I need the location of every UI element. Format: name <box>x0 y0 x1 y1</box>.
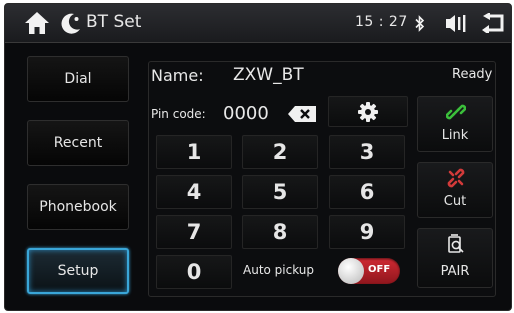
key-label: 0 <box>186 260 202 284</box>
sidebar-item-dial[interactable]: Dial <box>27 56 129 102</box>
home-icon[interactable] <box>23 10 51 36</box>
status-text: Ready <box>452 67 493 82</box>
cut-button[interactable]: Cut <box>417 162 493 218</box>
toggle-state: OFF <box>368 264 391 275</box>
keypad-key-5[interactable]: 5 <box>242 175 318 209</box>
sidebar-item-label: Phonebook <box>39 199 117 215</box>
volume-icon[interactable] <box>445 14 469 33</box>
unlink-icon <box>447 168 465 188</box>
key-label: 3 <box>359 140 375 164</box>
clock: 15 : 27 <box>355 14 408 30</box>
keypad-key-0[interactable]: 0 <box>156 255 232 289</box>
key-label: 4 <box>186 180 202 204</box>
top-bar: BT Set 15 : 27 <box>5 4 511 43</box>
back-icon[interactable] <box>481 13 505 33</box>
keypad-key-7[interactable]: 7 <box>156 215 232 249</box>
link-icon <box>446 104 466 120</box>
key-label: 9 <box>359 220 375 244</box>
auto-pickup-label: Auto pickup <box>243 263 315 277</box>
sidebar-item-setup[interactable]: Setup <box>27 248 129 294</box>
settings-gear-button[interactable] <box>328 96 408 127</box>
keypad-key-3[interactable]: 3 <box>329 135 405 169</box>
sidebar-item-label: Recent <box>53 135 103 151</box>
sidebar-item-label: Dial <box>64 71 92 87</box>
keypad-key-6[interactable]: 6 <box>329 175 405 209</box>
cut-label: Cut <box>443 194 467 209</box>
bt-settings-window: BT Set 15 : 27 Dial Recent Phonebook Set… <box>4 3 512 311</box>
link-label: Link <box>441 128 469 143</box>
auto-pickup-toggle[interactable]: OFF <box>338 258 400 284</box>
name-label: Name: <box>151 66 204 85</box>
bluetooth-icon <box>415 15 425 32</box>
search-device-icon <box>448 234 464 253</box>
sidebar-item-label: Setup <box>57 263 99 279</box>
sidebar-item-phonebook[interactable]: Phonebook <box>27 184 129 230</box>
backspace-icon[interactable] <box>287 105 317 123</box>
pair-label: PAIR <box>440 264 470 279</box>
sidebar-item-recent[interactable]: Recent <box>27 120 129 166</box>
key-label: 5 <box>272 180 288 204</box>
toggle-knob <box>338 258 364 284</box>
key-label: 6 <box>359 180 375 204</box>
keypad-key-8[interactable]: 8 <box>242 215 318 249</box>
key-label: 1 <box>186 140 202 164</box>
pin-label: Pin code: <box>151 107 206 121</box>
key-label: 8 <box>272 220 288 244</box>
gear-icon <box>358 101 378 122</box>
pin-input[interactable]: 0000 <box>223 103 269 124</box>
keypad-key-1[interactable]: 1 <box>156 135 232 169</box>
page-title: BT Set <box>86 12 142 32</box>
keypad-key-2[interactable]: 2 <box>242 135 318 169</box>
key-label: 2 <box>272 140 288 164</box>
keypad-key-9[interactable]: 9 <box>329 215 405 249</box>
pair-button[interactable]: PAIR <box>417 228 493 288</box>
moon-icon[interactable] <box>59 11 83 35</box>
key-label: 7 <box>186 220 202 244</box>
keypad-key-4[interactable]: 4 <box>156 175 232 209</box>
link-button[interactable]: Link <box>417 96 493 152</box>
device-name: ZXW_BT <box>233 65 304 85</box>
